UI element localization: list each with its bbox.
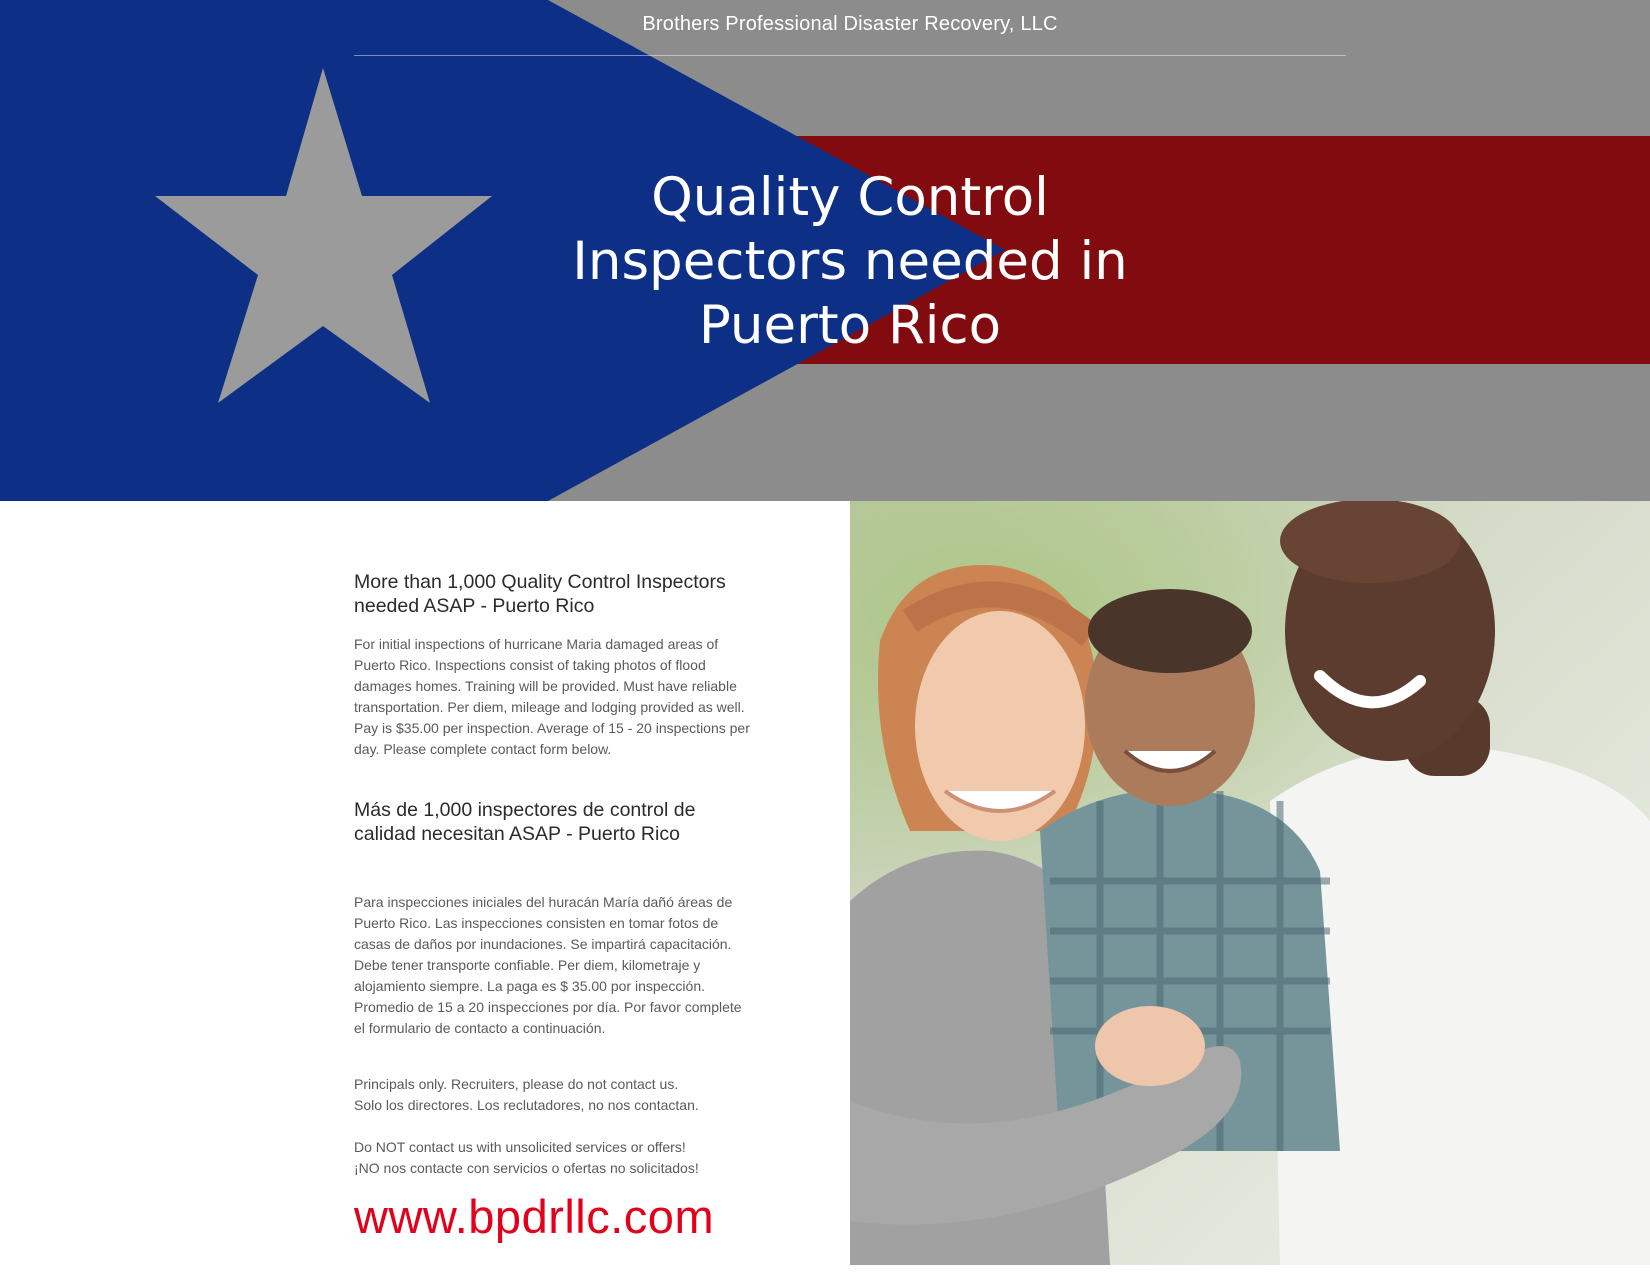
spanish-description: Para inspecciones iniciales del huracán … — [354, 894, 742, 1036]
website-link[interactable]: www.bpdrllc.com — [354, 1189, 754, 1245]
hero-banner: Brothers Professional Disaster Recovery,… — [0, 0, 1650, 501]
brand-name[interactable]: Brothers Professional Disaster Recovery,… — [354, 13, 1346, 36]
job-description: More than 1,000 Quality Control Inspecto… — [354, 570, 754, 1245]
hero-title-text: Quality Control Inspectors needed in Pue… — [572, 167, 1128, 356]
family-photo-illustration — [850, 501, 1650, 1265]
hero-title: Quality Control Inspectors needed in Pue… — [540, 166, 1160, 358]
spanish-heading: Más de 1,000 inspectores de control de c… — [354, 799, 696, 845]
principals-only-note: Principals only. Recruiters, please do n… — [354, 1076, 699, 1113]
english-heading: More than 1,000 Quality Control Inspecto… — [354, 571, 726, 617]
top-navigation-bar: Brothers Professional Disaster Recovery,… — [354, 0, 1346, 56]
english-description: For initial inspections of hurricane Mar… — [354, 636, 750, 757]
family-photo — [850, 501, 1650, 1265]
unsolicited-offers-note: Do NOT contact us with unsolicited servi… — [354, 1139, 699, 1176]
photo-light-overlay — [850, 501, 1650, 1265]
